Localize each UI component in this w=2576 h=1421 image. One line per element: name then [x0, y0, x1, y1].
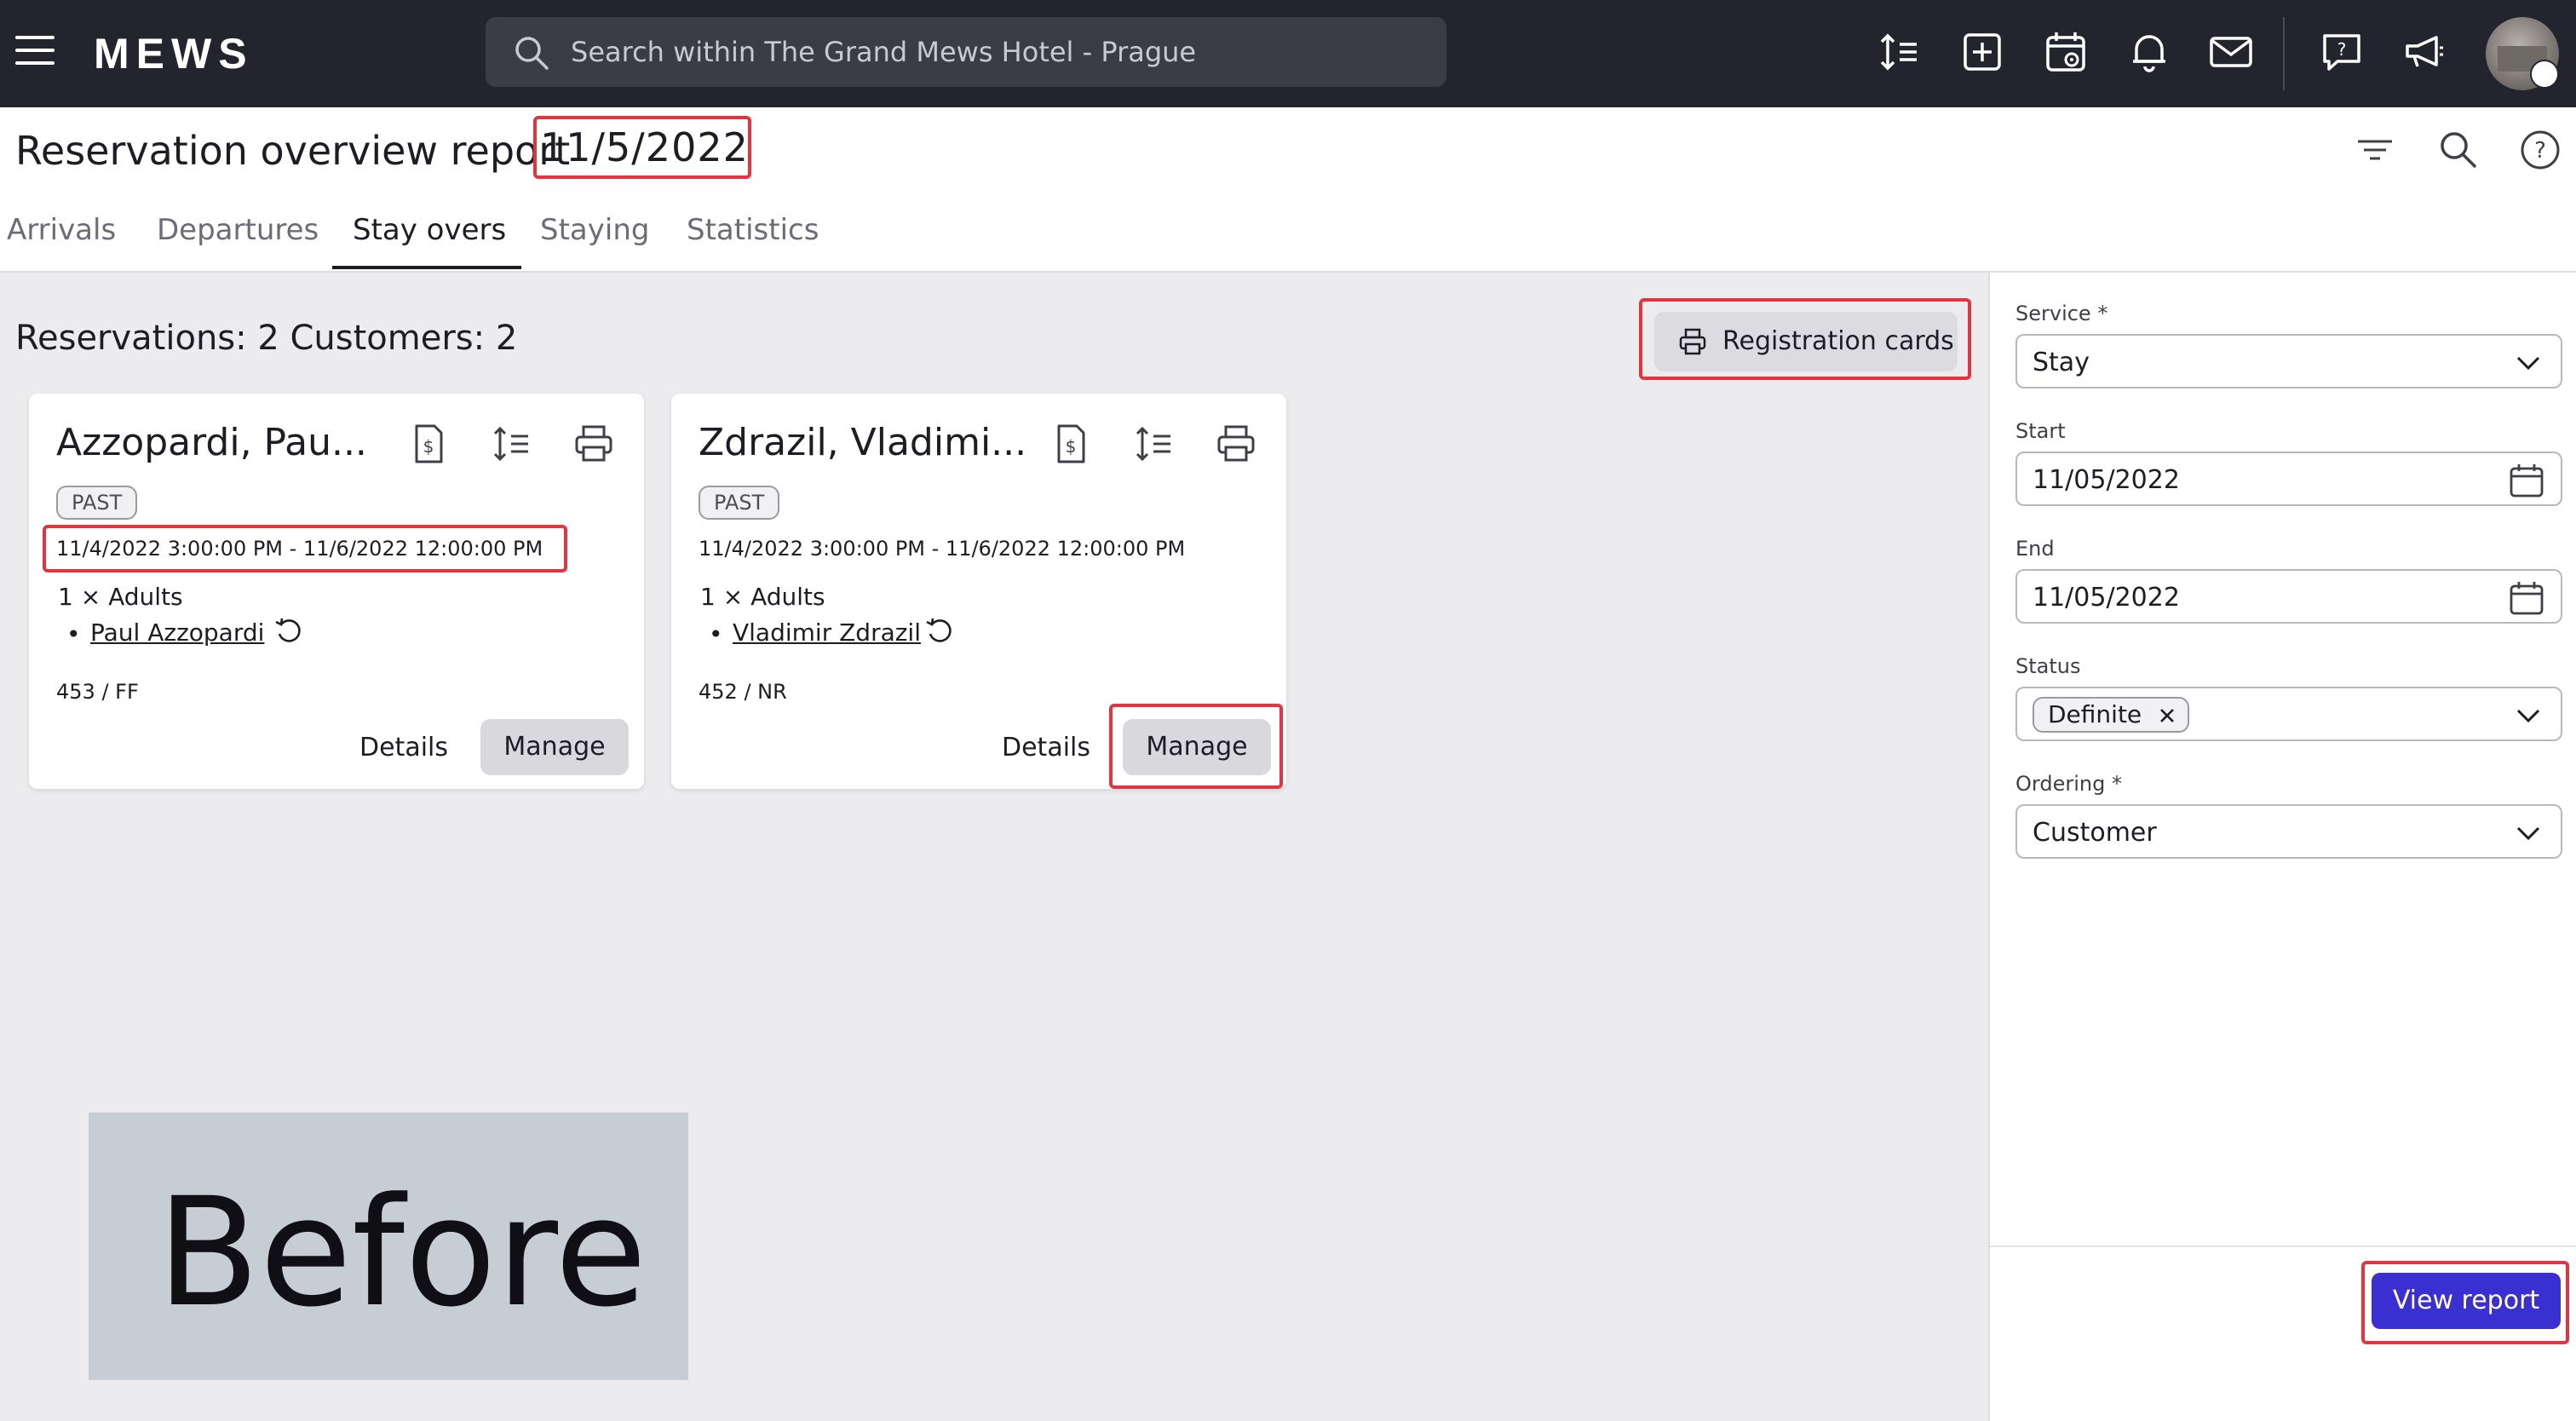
end-label: End — [2015, 537, 2055, 561]
details-button[interactable]: Details — [359, 733, 448, 762]
svg-text:?: ? — [2534, 138, 2546, 164]
start-label: Start — [2015, 419, 2066, 443]
add-icon[interactable] — [1958, 27, 2007, 77]
printer-icon[interactable] — [572, 423, 615, 465]
toolbar-divider — [2283, 17, 2285, 90]
search-placeholder: Search within The Grand Mews Hotel - Pra… — [571, 36, 1197, 68]
svg-text:MEWS: MEWS — [94, 32, 254, 73]
tab-stay-overs[interactable]: Stay overs — [353, 213, 506, 247]
tab-staying[interactable]: Staying — [540, 213, 649, 247]
printer-icon[interactable] — [1215, 423, 1257, 465]
refresh-icon[interactable] — [923, 615, 956, 647]
report-header: Reservation overview report 11/5/2022 ? … — [0, 107, 2576, 273]
service-select[interactable]: Stay — [2015, 334, 2562, 388]
calendar-icon[interactable] — [2508, 579, 2545, 617]
help-chat-icon[interactable]: ? — [2317, 27, 2366, 77]
service-value: Stay — [2033, 348, 2090, 377]
adults-count: 1 × Adults — [58, 583, 183, 611]
start-date-field[interactable]: 11/05/2022 — [2015, 452, 2562, 506]
adults-count: 1 × Adults — [700, 583, 825, 611]
guest-link[interactable]: Vladimir Zdrazil — [733, 618, 921, 647]
svg-text:$: $ — [423, 436, 434, 457]
panel-divider — [1990, 1246, 2576, 1247]
customer-name: Zdrazil, Vladimi... — [699, 421, 1027, 464]
end-value: 11/05/2022 — [2033, 583, 2180, 613]
search-icon — [515, 37, 549, 70]
mews-logo[interactable]: MEWS — [94, 32, 324, 73]
calendar-view-icon[interactable] — [2041, 27, 2090, 77]
status-badge: PAST — [699, 486, 780, 520]
page-title: Reservation overview report — [15, 128, 571, 174]
status-badge: PAST — [56, 486, 138, 520]
reservations-summary: Reservations: 2 Customers: 2 — [15, 319, 518, 358]
before-overlay: Before — [89, 1113, 688, 1380]
chevron-down-icon — [2516, 709, 2540, 723]
refresh-icon[interactable] — [273, 615, 305, 647]
tab-departures[interactable]: Departures — [157, 213, 319, 247]
search-input[interactable]: Search within The Grand Mews Hotel - Pra… — [486, 17, 1446, 87]
bullet: • — [66, 620, 81, 648]
bullet: • — [709, 620, 723, 648]
chevron-down-icon — [2516, 826, 2540, 841]
svg-text:?: ? — [2337, 39, 2347, 60]
ordering-select[interactable]: Customer — [2015, 804, 2562, 859]
ordering-label: Ordering * — [2015, 772, 2122, 796]
highlight-registration-frame — [1639, 298, 1971, 380]
status-chip-label: Definite — [2048, 700, 2142, 728]
megaphone-icon[interactable] — [2399, 27, 2448, 77]
help-icon[interactable]: ? — [2516, 126, 2564, 174]
filter-icon[interactable] — [2351, 126, 2399, 174]
top-bar: MEWS Search within The Grand Mews Hotel … — [0, 0, 2576, 107]
guest-link[interactable]: Paul Azzopardi — [90, 618, 264, 647]
status-label: Status — [2015, 654, 2081, 678]
active-tab-indicator — [332, 266, 521, 269]
before-label: Before — [157, 1165, 647, 1340]
bell-icon[interactable] — [2125, 27, 2174, 77]
mail-icon[interactable] — [2206, 27, 2256, 77]
tab-arrivals[interactable]: Arrivals — [7, 213, 116, 247]
service-label: Service * — [2015, 302, 2108, 325]
highlight-view-report-frame — [2361, 1261, 2569, 1344]
highlight-date-frame — [533, 116, 751, 179]
highlight-dates-frame — [43, 525, 567, 572]
sort-icon[interactable] — [491, 423, 533, 465]
start-value: 11/05/2022 — [2033, 465, 2180, 495]
close-icon[interactable] — [2159, 707, 2176, 724]
highlight-manage-frame — [1109, 704, 1283, 789]
avatar-status-badge — [2530, 60, 2559, 89]
calendar-icon[interactable] — [2508, 462, 2545, 499]
room-info: 452 / NR — [699, 680, 787, 704]
details-button[interactable]: Details — [1002, 733, 1090, 762]
reservation-card: Azzopardi, Pau... $ PAST 11/4/2022 3:00:… — [29, 394, 644, 789]
ordering-value: Customer — [2033, 818, 2157, 848]
chevron-down-icon — [2516, 356, 2540, 371]
bill-icon[interactable]: $ — [1049, 423, 1092, 465]
sort-icon[interactable] — [1133, 423, 1176, 465]
stay-dates: 11/4/2022 3:00:00 PM - 11/6/2022 12:00:0… — [699, 537, 1186, 561]
tab-statistics[interactable]: Statistics — [687, 213, 819, 247]
customer-name: Azzopardi, Pau... — [56, 421, 367, 464]
filter-panel: Service * Stay Start 11/05/2022 End 11/0… — [1988, 273, 2576, 1421]
svg-text:$: $ — [1066, 436, 1077, 457]
status-chip: Definite — [2033, 697, 2190, 733]
sort-icon[interactable] — [1876, 27, 1925, 77]
status-select[interactable]: Definite — [2015, 687, 2562, 741]
bill-icon[interactable]: $ — [407, 423, 450, 465]
room-info: 453 / FF — [56, 680, 139, 704]
menu-icon[interactable] — [15, 36, 55, 66]
manage-button[interactable]: Manage — [480, 719, 629, 775]
search-icon[interactable] — [2435, 126, 2482, 174]
end-date-field[interactable]: 11/05/2022 — [2015, 569, 2562, 624]
